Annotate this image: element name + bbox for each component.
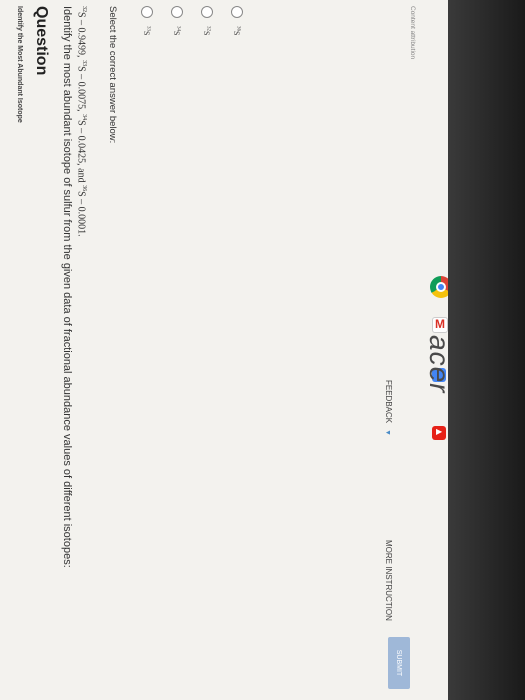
youtube-icon[interactable] bbox=[432, 426, 446, 440]
option-label: 34S bbox=[172, 26, 182, 36]
chevron-down-icon: ▼ bbox=[384, 429, 391, 437]
laptop-bezel bbox=[448, 0, 525, 700]
option-label: 33S bbox=[142, 26, 152, 36]
screen: Identify the Most Abundant Isotope Quest… bbox=[0, 0, 448, 700]
answer-prompt: Select the correct answer below: bbox=[107, 6, 118, 144]
question-text: Identify the most abundant isotope of su… bbox=[61, 6, 73, 568]
answer-option[interactable]: 32S bbox=[201, 6, 213, 35]
option-label: 36S bbox=[232, 26, 242, 36]
more-instruction-link[interactable]: MORE INSTRUCTION bbox=[384, 540, 393, 621]
option-label: 32S bbox=[202, 26, 212, 36]
feedback-toggle[interactable]: FEEDBACK ▼ bbox=[384, 380, 393, 436]
feedback-label: FEEDBACK bbox=[384, 380, 393, 424]
laptop-brand-logo: acer bbox=[424, 335, 455, 394]
chrome-icon[interactable] bbox=[430, 276, 448, 298]
answer-option[interactable]: 34S bbox=[171, 6, 183, 35]
gmail-icon[interactable] bbox=[432, 317, 448, 333]
page-content: Identify the Most Abundant Isotope Quest… bbox=[0, 0, 448, 700]
question-data: 32S – 0.9499, 33S – 0.0075, 34S – 0.0425… bbox=[75, 6, 87, 237]
question-title: Question bbox=[33, 6, 50, 76]
answer-option[interactable]: 33S bbox=[141, 6, 153, 35]
submit-button[interactable]: SUBMIT bbox=[388, 637, 410, 689]
breadcrumb: Identify the Most Abundant Isotope bbox=[16, 6, 23, 123]
radio-button[interactable] bbox=[201, 6, 213, 18]
radio-button[interactable] bbox=[141, 6, 153, 18]
radio-button[interactable] bbox=[171, 6, 183, 18]
answer-option[interactable]: 36S bbox=[231, 6, 243, 35]
radio-button[interactable] bbox=[231, 6, 243, 18]
content-attribution-link[interactable]: Content attribution bbox=[409, 6, 416, 59]
